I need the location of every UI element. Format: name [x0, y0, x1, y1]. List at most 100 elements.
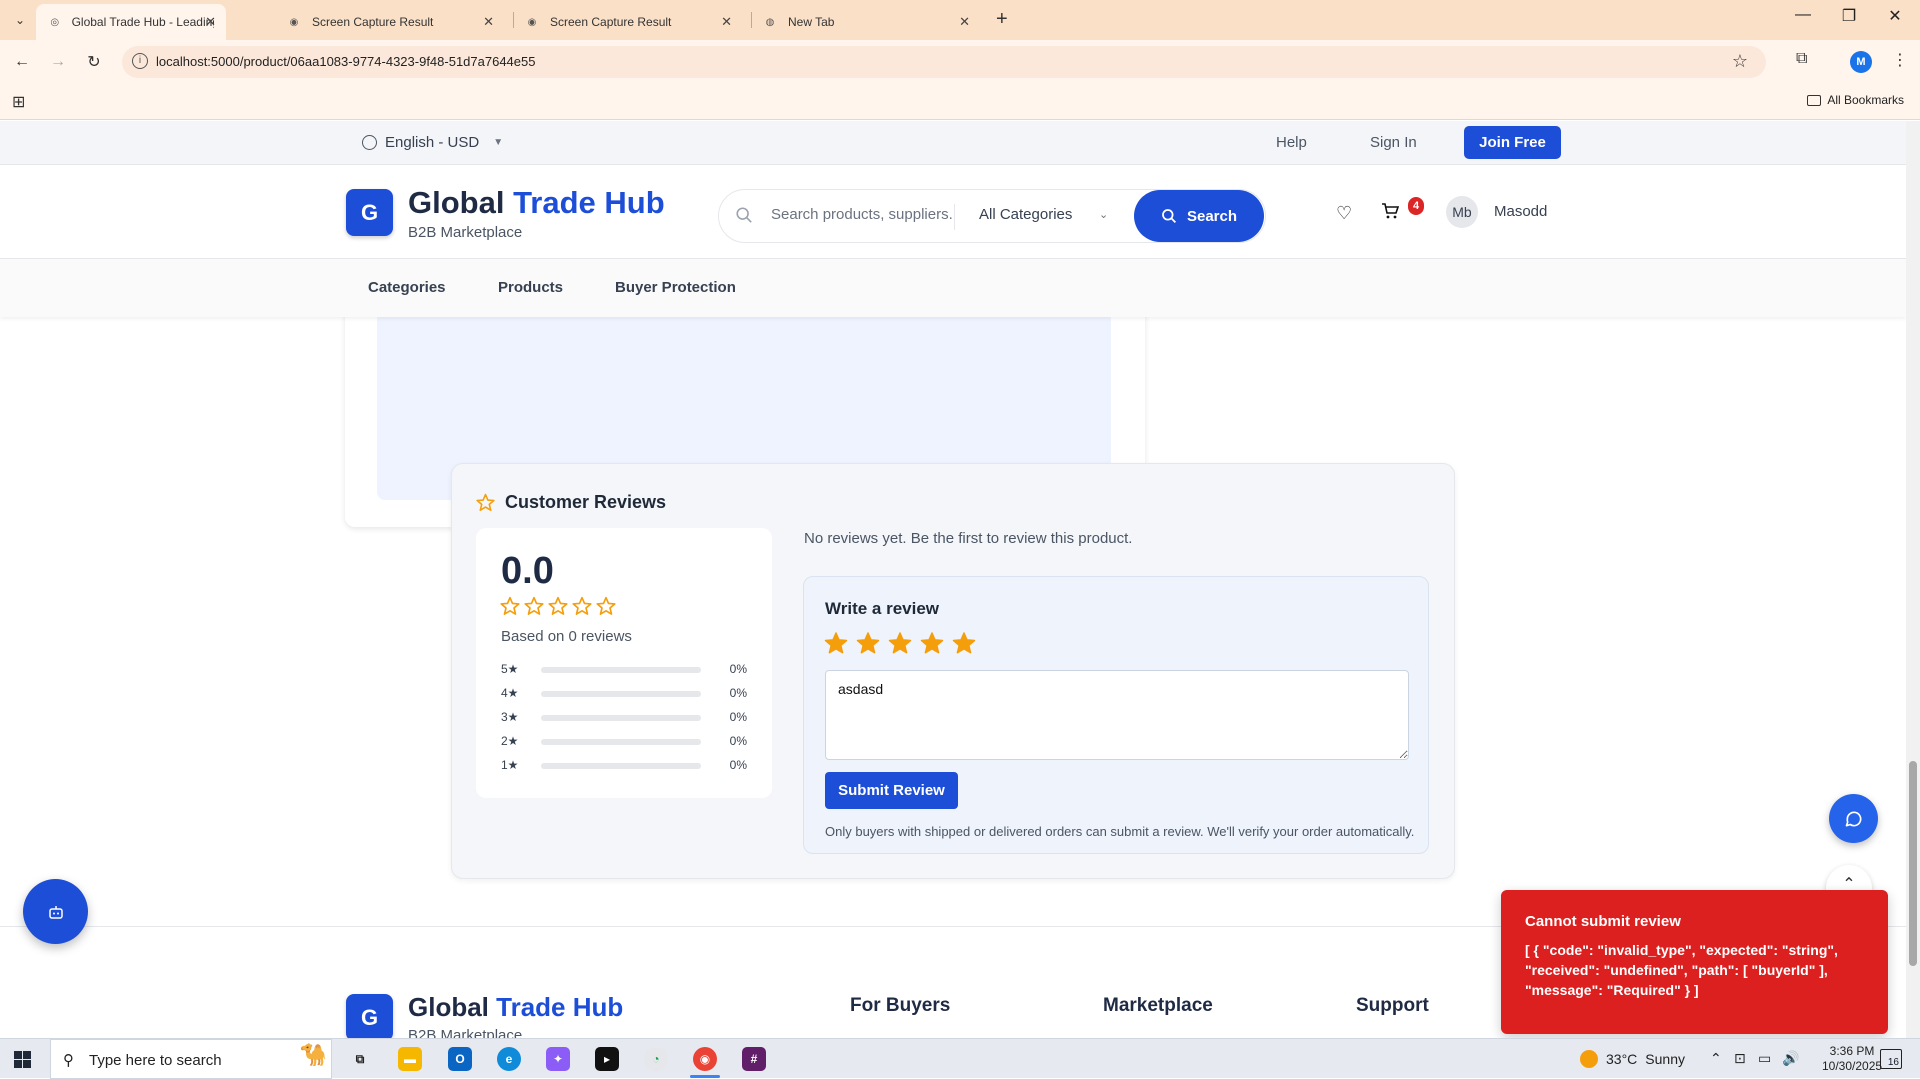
rating-distribution-row: 5★ 0% [501, 662, 747, 678]
browser-tab[interactable]: ◉ Screen Capture Result ✕ [512, 4, 742, 40]
windows-start-icon[interactable] [14, 1051, 31, 1068]
toast-title: Cannot submit review [1525, 913, 1681, 930]
cart-icon[interactable] [1380, 201, 1400, 221]
star-outline-icon [524, 596, 544, 615]
ai-assistant-button[interactable] [23, 879, 88, 944]
rating-star-1[interactable] [824, 631, 848, 655]
page-scrollbar[interactable] [1906, 121, 1920, 1038]
customer-reviews-section: Customer Reviews 0.0 Based on 0 reviews … [451, 463, 1455, 879]
user-avatar[interactable]: Mb [1446, 196, 1478, 228]
chat-button[interactable] [1829, 794, 1878, 843]
slack-icon[interactable]: # [742, 1047, 766, 1071]
rating-bar [541, 739, 701, 745]
join-free-button[interactable]: Join Free [1464, 126, 1561, 159]
copilot-icon[interactable]: ✦ [546, 1047, 570, 1071]
close-tab-icon[interactable]: ✕ [483, 14, 494, 30]
logo[interactable]: G [346, 189, 393, 236]
rating-star-2[interactable] [856, 631, 880, 655]
taskbar-search-text: Type here to search [89, 1052, 222, 1069]
all-bookmarks[interactable]: All Bookmarks [1807, 93, 1904, 107]
notifications-icon[interactable]: 16 [1880, 1049, 1902, 1069]
footer-logo[interactable]: G [346, 994, 393, 1038]
terminal-icon[interactable]: ▸ [595, 1047, 619, 1071]
bookmark-star-icon[interactable]: ☆ [1732, 51, 1748, 72]
close-tab-icon[interactable]: ✕ [959, 14, 970, 30]
nav-buyer-protection[interactable]: Buyer Protection [615, 279, 736, 296]
rating-distribution-row: 2★ 0% [501, 734, 747, 750]
new-tab-icon[interactable]: + [996, 8, 1008, 31]
clock[interactable]: 3:36 PM 10/30/2025 [1822, 1044, 1882, 1074]
rating-label: 5★ [501, 662, 519, 676]
heart-icon[interactable]: ♡ [1336, 203, 1352, 224]
sign-in-link[interactable]: Sign In [1370, 134, 1417, 151]
reviews-heading: Customer Reviews [476, 492, 666, 513]
rating-star-3[interactable] [888, 631, 912, 655]
help-link[interactable]: Help [1276, 134, 1307, 151]
scrollbar-thumb[interactable] [1909, 761, 1917, 966]
minimize-icon[interactable]: — [1780, 6, 1826, 24]
rating-percent: 0% [729, 686, 747, 700]
restore-icon[interactable]: ❐ [1826, 6, 1872, 26]
cart-count-badge: 4 [1408, 197, 1424, 215]
tab-search-icon[interactable]: ⌄ [8, 8, 32, 32]
address-bar[interactable]: i localhost:5000/product/06aa1083-9774-4… [122, 46, 1766, 78]
rating-bar [541, 691, 701, 697]
review-textarea[interactable] [825, 670, 1409, 760]
category-select[interactable]: All Categories [979, 206, 1072, 223]
taskbar-search[interactable]: ⚲ Type here to search 🐪 [50, 1039, 332, 1079]
rating-distribution-row: 3★ 0% [501, 710, 747, 726]
search-button[interactable]: Search [1134, 190, 1264, 242]
url-text: localhost:5000/product/06aa1083-9774-432… [156, 54, 536, 69]
profile-avatar[interactable]: M [1850, 51, 1872, 73]
browser-tabbar: ⌄ ◎ Global Trade Hub - Leading B2B ✕ ◉ S… [0, 0, 1920, 40]
rating-bar [541, 667, 701, 673]
rating-star-4[interactable] [920, 631, 944, 655]
task-view-icon[interactable]: ⧉ [348, 1047, 372, 1071]
forward-icon[interactable]: → [46, 50, 70, 74]
chevron-down-icon: ▼ [493, 137, 504, 148]
brand-name[interactable]: Global Trade Hub [408, 185, 665, 221]
browser-tab[interactable]: ◉ Screen Capture Result ✕ [274, 4, 504, 40]
camera-icon: ◉ [289, 16, 299, 28]
chrome-icon[interactable]: ◉ [693, 1047, 717, 1071]
meet-icon[interactable]: ⊡ [1734, 1050, 1746, 1067]
brand-part-2: Trade Hub [513, 185, 665, 220]
site-header: G Global Trade Hub B2B Marketplace All C… [0, 165, 1906, 259]
nav-categories[interactable]: Categories [368, 279, 446, 296]
submit-review-button[interactable]: Submit Review [825, 772, 958, 809]
apps-grid-icon[interactable]: ⊞ [12, 92, 25, 112]
site-info-icon[interactable]: i [132, 53, 148, 69]
search-input[interactable] [771, 206, 955, 223]
extensions-icon[interactable]: ⧉ [1796, 50, 1807, 68]
close-tab-icon[interactable]: ✕ [721, 14, 732, 30]
nav-products[interactable]: Products [498, 279, 563, 296]
volume-icon[interactable]: 🔊 [1782, 1050, 1799, 1067]
footer-brand-name: Global Trade Hub [408, 992, 623, 1023]
weather-widget[interactable]: 33°C Sunny [1580, 1050, 1685, 1068]
rating-label: 2★ [501, 734, 519, 748]
outlook-icon[interactable]: O [448, 1047, 472, 1071]
file-explorer-icon[interactable]: ▬ [398, 1047, 422, 1071]
browser-tab-active[interactable]: ◎ Global Trade Hub - Leading B2B ✕ [36, 4, 226, 40]
username[interactable]: Masodd [1494, 203, 1547, 220]
tab-title: Global Trade Hub - Leading B2B [71, 15, 214, 29]
rating-star-5[interactable] [952, 631, 976, 655]
error-toast[interactable]: Cannot submit review [ { "code": "invali… [1501, 890, 1888, 1034]
reload-icon[interactable]: ↻ [82, 50, 106, 74]
globe-icon: ◎ [50, 16, 60, 28]
back-icon[interactable]: ← [10, 50, 34, 74]
browser-tab[interactable]: ◍ New Tab ✕ [750, 4, 980, 40]
rating-summary: 0.0 Based on 0 reviews 5★ 0% 4★ 0% 3★ 0%… [476, 528, 772, 798]
footer-tagline: B2B Marketplace [408, 1027, 523, 1038]
tray-chevron-icon[interactable]: ⌃ [1710, 1050, 1722, 1067]
language-selector[interactable]: English - USD ▼ [362, 134, 503, 151]
star-outline-icon [476, 493, 495, 511]
network-icon[interactable]: ▭ [1758, 1050, 1771, 1067]
tab-title: New Tab [788, 15, 835, 29]
close-window-icon[interactable]: ✕ [1872, 6, 1918, 26]
edge-icon[interactable]: e [497, 1047, 521, 1071]
chrome-icon: ◍ [765, 16, 775, 28]
browser-menu-icon[interactable]: ⋮ [1892, 50, 1908, 70]
app-icon[interactable]: ◔ [644, 1047, 668, 1071]
close-tab-icon[interactable]: ✕ [205, 14, 216, 30]
